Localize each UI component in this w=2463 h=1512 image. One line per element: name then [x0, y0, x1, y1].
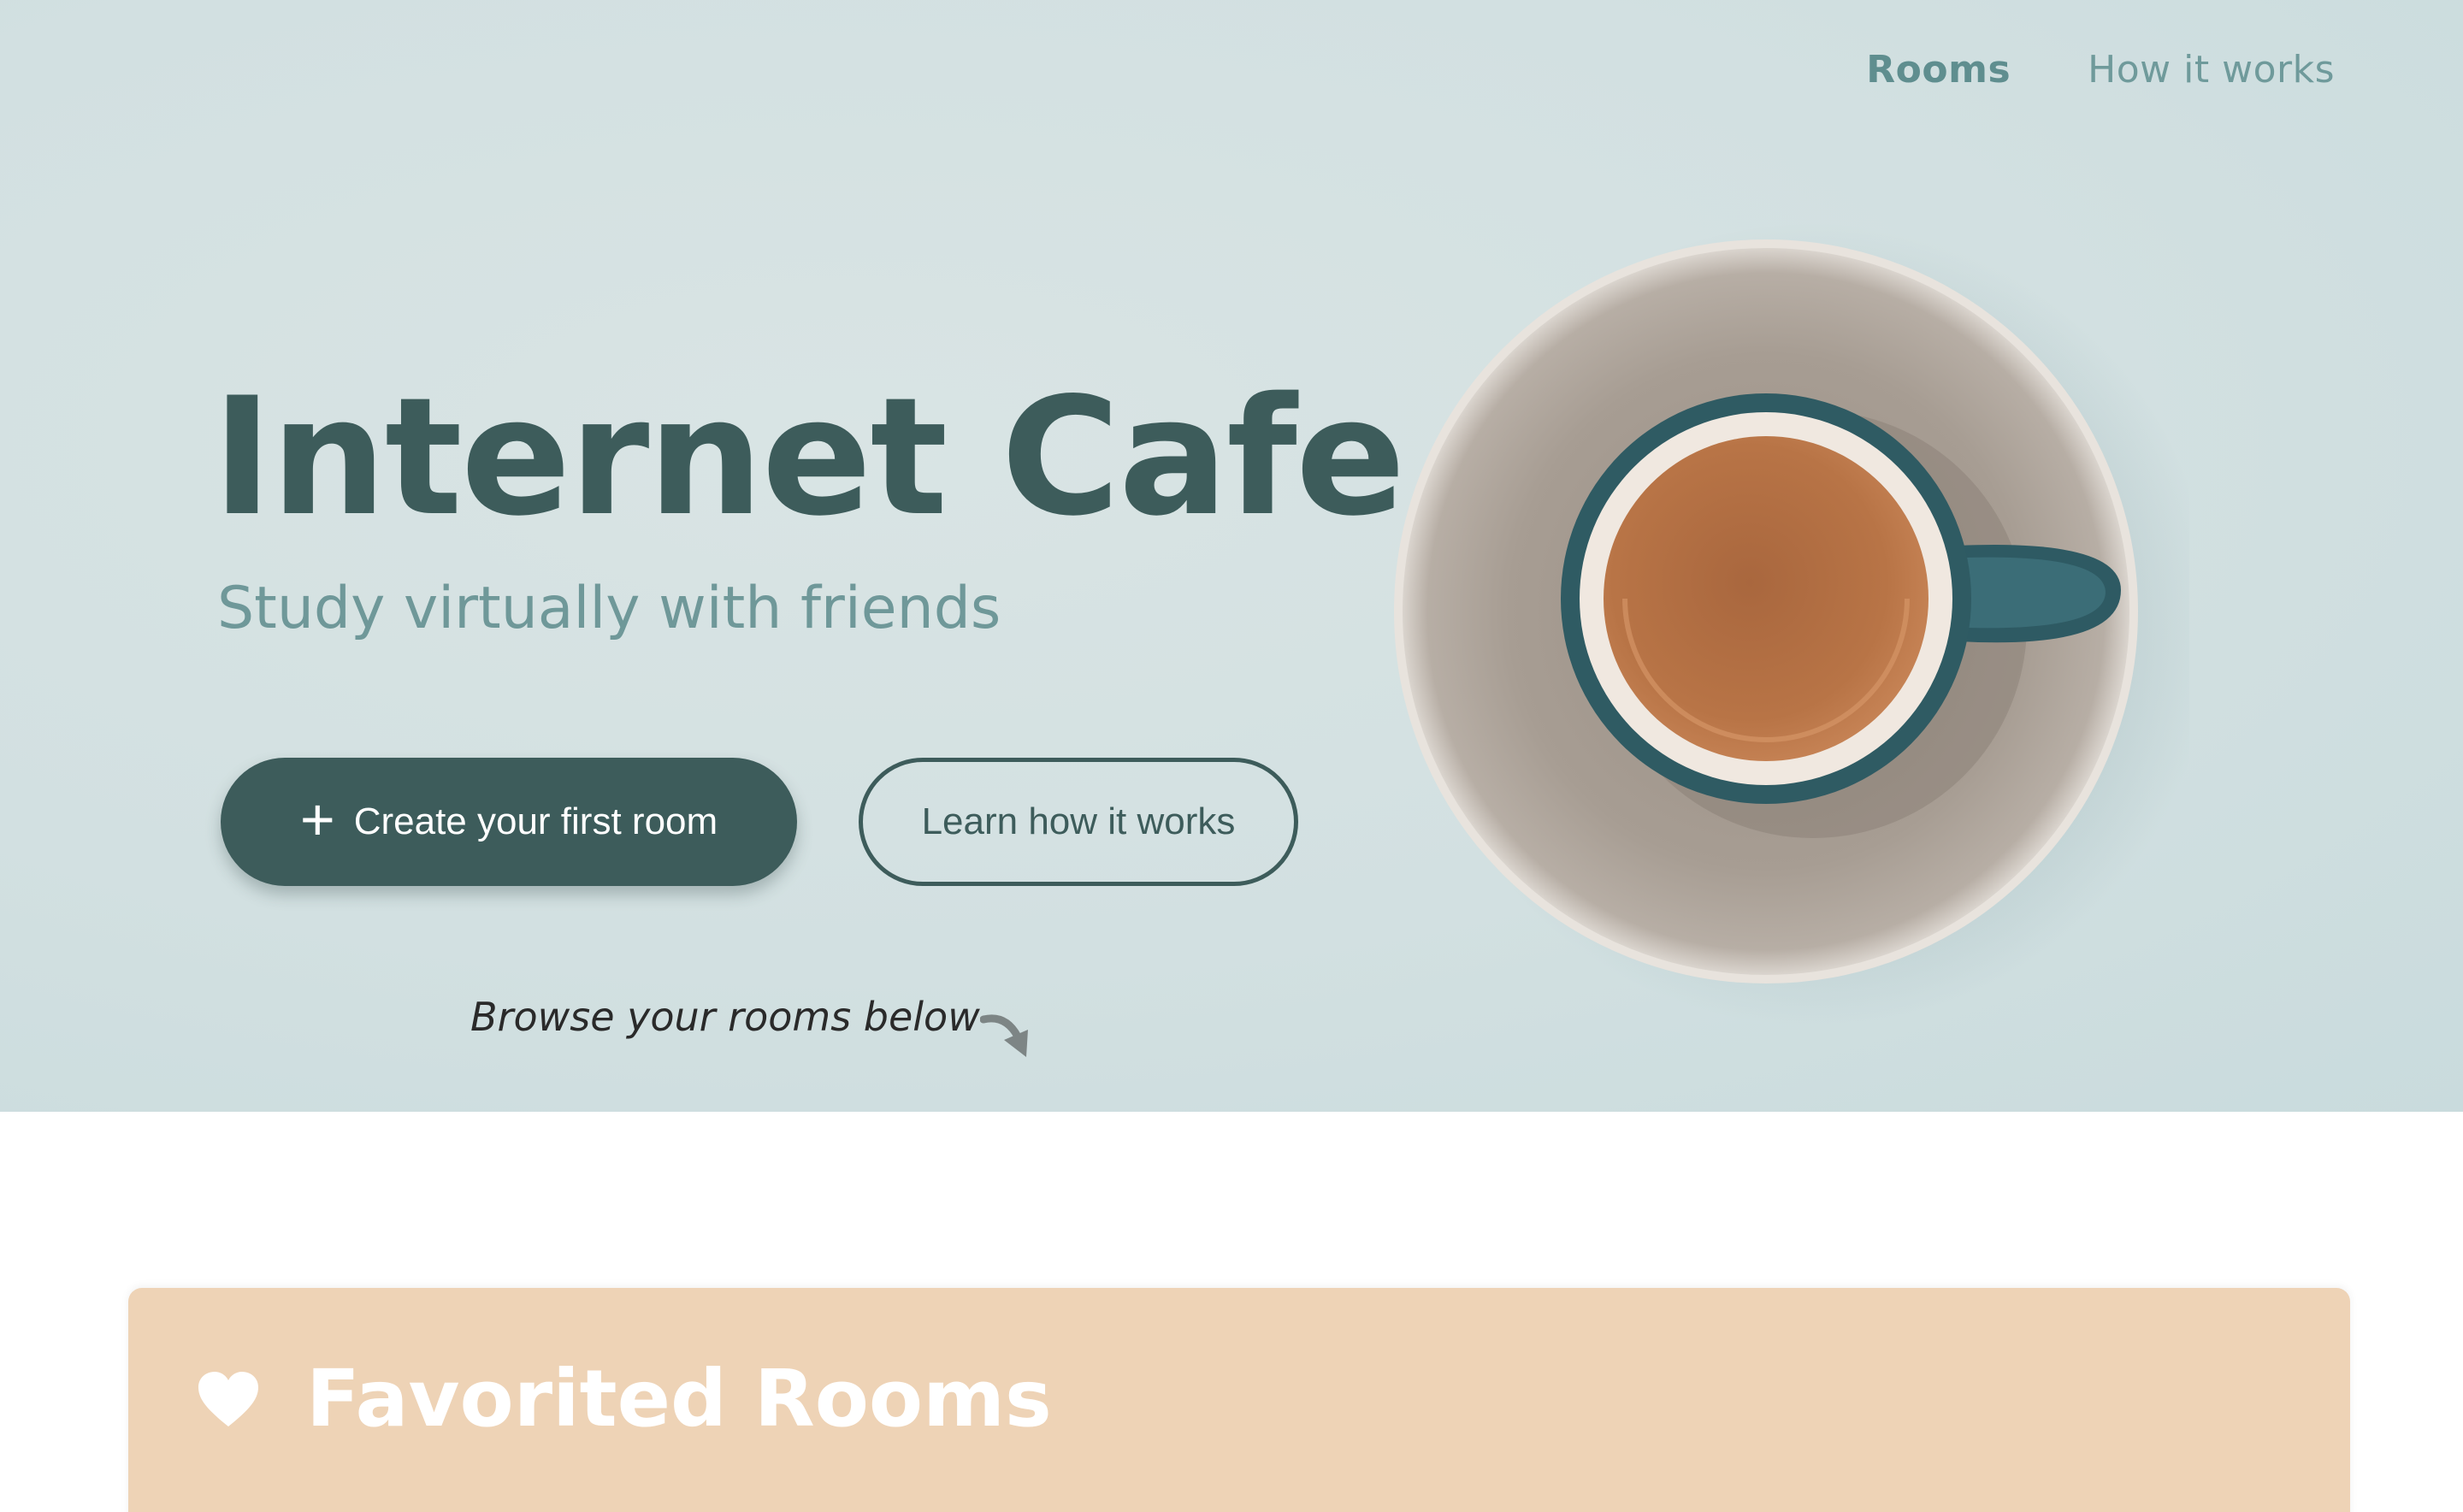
plus-icon: +: [299, 786, 335, 853]
favorited-rooms-panel: Favorited Rooms: [128, 1288, 2350, 1512]
page: Rooms How it works Internet Cafe Study v…: [0, 0, 2463, 1512]
page-title: Internet Cafe: [212, 363, 1406, 552]
nav-link-how-it-works[interactable]: How it works: [2088, 48, 2335, 92]
browse-hint: Browse your rooms below: [470, 994, 980, 1040]
hero-section: Rooms How it works Internet Cafe Study v…: [0, 0, 2463, 1112]
top-nav: Rooms How it works: [1866, 48, 2335, 92]
learn-how-it-works-label: Learn how it works: [921, 800, 1236, 842]
page-subtitle: Study virtually with friends: [217, 575, 1001, 642]
nav-link-rooms[interactable]: Rooms: [1866, 48, 2011, 92]
coffee-cup-image: [1394, 222, 2189, 1026]
create-room-button[interactable]: + Create your first room: [221, 758, 797, 886]
curved-arrow-down-icon: [980, 1014, 1028, 1057]
learn-how-it-works-button[interactable]: Learn how it works: [859, 758, 1298, 886]
favorited-rooms-title: Favorited Rooms: [306, 1353, 1052, 1444]
create-room-label: Create your first room: [353, 800, 718, 842]
heart-icon: [198, 1372, 258, 1426]
